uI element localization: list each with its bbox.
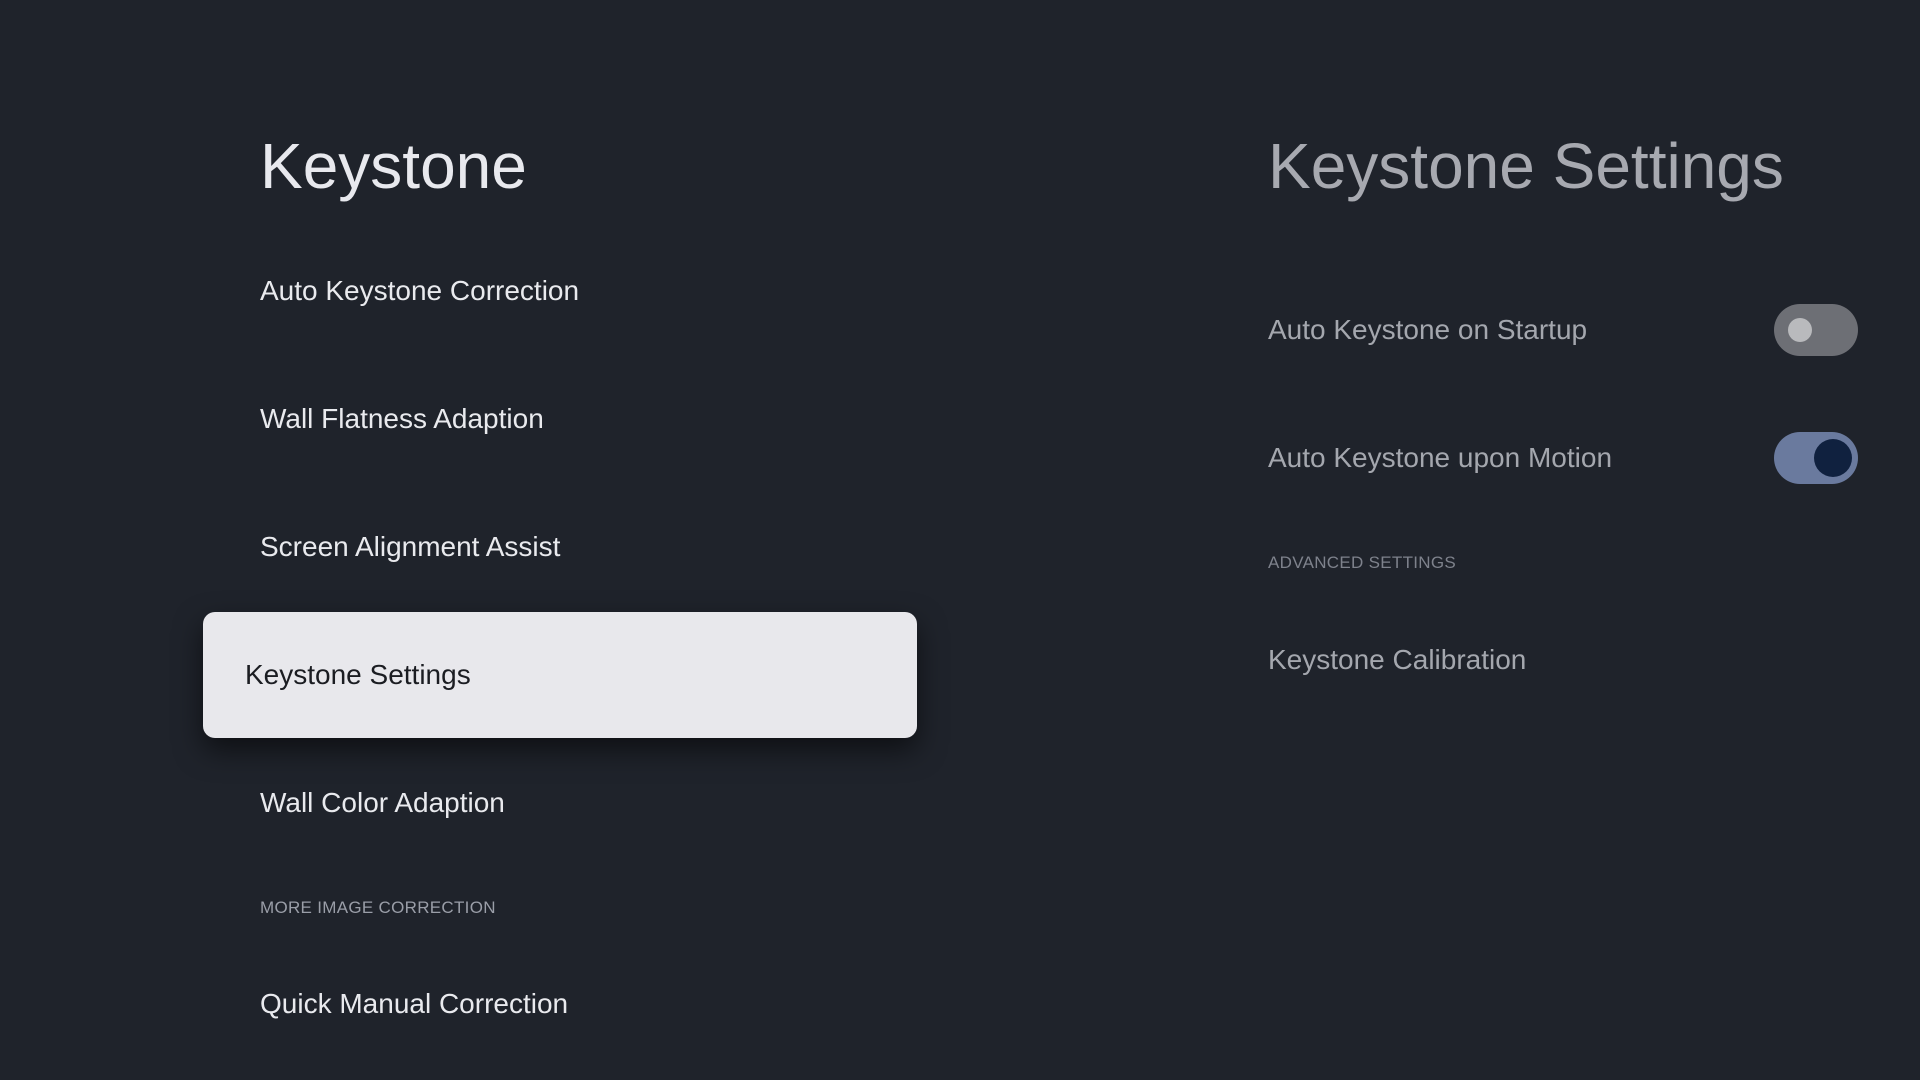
setting-label: Auto Keystone upon Motion xyxy=(1268,442,1613,473)
menu-item-wall-flatness-adaption[interactable]: Wall Flatness Adaption xyxy=(203,356,917,482)
setting-auto-keystone-on-startup[interactable]: Auto Keystone on Startup xyxy=(1268,290,1858,370)
tv-settings-screen: Keystone Auto Keystone Correction Wall F… xyxy=(0,0,1920,1080)
setting-auto-keystone-upon-motion[interactable]: Auto Keystone upon Motion xyxy=(1268,418,1858,498)
menu-item-label: Keystone Settings xyxy=(245,659,471,690)
menu-item-screen-alignment-assist[interactable]: Screen Alignment Assist xyxy=(203,484,917,610)
settings-panel-title: Keystone Settings xyxy=(1268,130,1784,202)
toggle-knob xyxy=(1788,318,1812,342)
keystone-settings-panel: Keystone Settings Auto Keystone on Start… xyxy=(1000,0,1920,1080)
menu-item-label: Wall Flatness Adaption xyxy=(260,403,544,434)
section-header-more-image-correction: MORE IMAGE CORRECTION xyxy=(260,898,496,917)
page-title: Keystone xyxy=(260,130,527,202)
section-header-advanced-settings: ADVANCED SETTINGS xyxy=(1268,553,1457,572)
toggle-knob xyxy=(1814,439,1852,477)
setting-label: Auto Keystone on Startup xyxy=(1268,314,1588,345)
keystone-menu-panel: Keystone Auto Keystone Correction Wall F… xyxy=(0,0,1000,1080)
keystone-calibration-link[interactable]: Keystone Calibration xyxy=(1268,620,1526,700)
menu-item-label: Wall Color Adaption xyxy=(260,787,505,818)
menu-item-label: Screen Alignment Assist xyxy=(260,531,561,562)
auto-keystone-motion-toggle[interactable] xyxy=(1774,432,1858,484)
menu-item-keystone-settings[interactable]: Keystone Settings xyxy=(203,612,917,738)
auto-keystone-startup-toggle[interactable] xyxy=(1774,304,1858,356)
menu-item-label: Quick Manual Correction xyxy=(260,988,569,1019)
menu-item-wall-color-adaption[interactable]: Wall Color Adaption xyxy=(203,740,917,866)
menu-item-label: Auto Keystone Correction xyxy=(260,275,580,306)
menu-item-auto-keystone-correction[interactable]: Auto Keystone Correction xyxy=(203,228,917,354)
menu-item-quick-manual-correction[interactable]: Quick Manual Correction xyxy=(203,941,917,1067)
